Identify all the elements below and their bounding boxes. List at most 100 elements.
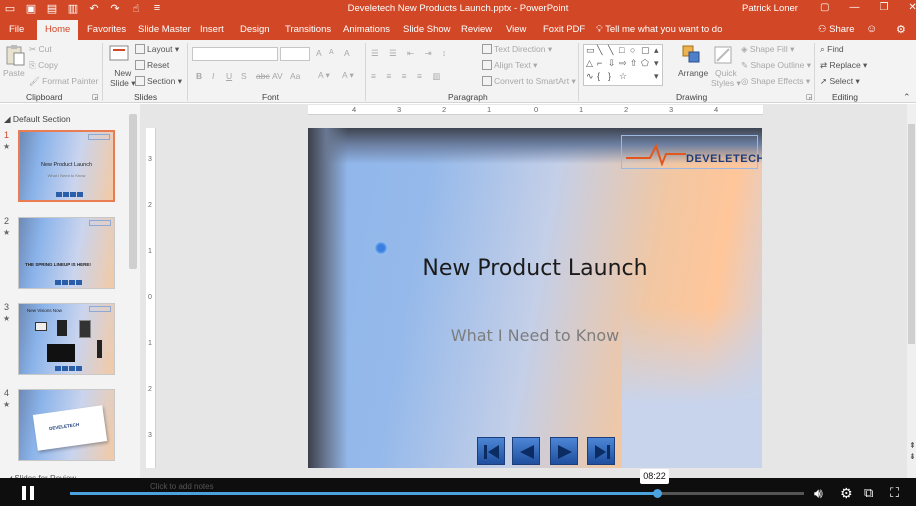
scrollbar-thumb[interactable]: [908, 124, 915, 344]
quick-styles-button[interactable]: Quick Styles ▾: [711, 68, 741, 88]
video-progress-knob[interactable]: [653, 489, 662, 498]
slide-title[interactable]: New Product Launch: [308, 256, 762, 281]
scroll-up-icon[interactable]: ⇞: [909, 440, 916, 451]
arrange-button[interactable]: Arrange: [678, 68, 708, 78]
arrange-icon[interactable]: [681, 44, 703, 66]
first-slide-button[interactable]: [477, 437, 505, 465]
fullscreen-icon[interactable]: ⛶: [890, 485, 899, 501]
shape-brace-icon[interactable]: {: [597, 71, 600, 81]
shapes-scroll-up-icon[interactable]: ▴: [654, 45, 659, 56]
shape-textbox-icon[interactable]: ▭: [586, 45, 595, 56]
slide-thumb-1[interactable]: New Product Launch What I Need to Know: [18, 130, 115, 202]
company-logo[interactable]: DEVELETECH: [621, 135, 762, 169]
slide-thumb-3[interactable]: New Visions Now: [18, 303, 115, 375]
shape-line-icon[interactable]: ╲: [597, 45, 602, 56]
volume-icon[interactable]: 🔊︎: [814, 485, 823, 502]
pause-icon[interactable]: [20, 484, 36, 502]
slide-thumb-4[interactable]: DEVELETECH: [18, 389, 115, 461]
new-slide-button[interactable]: New Slide ▾: [110, 68, 136, 88]
minimize-icon[interactable]: —: [849, 2, 859, 13]
slide-canvas[interactable]: DEVELETECH New Product Launch What I Nee…: [308, 128, 762, 468]
clear-format-button[interactable]: A: [344, 48, 350, 58]
select-button[interactable]: ➚ Select ▾: [820, 76, 860, 87]
align-buttons-icon[interactable]: ≡ ≡ ≡ ≡ ▥: [371, 71, 444, 82]
underline-button[interactable]: U: [226, 71, 232, 81]
tab-insert[interactable]: Insert: [200, 24, 224, 35]
slide-subtitle[interactable]: What I Need to Know: [308, 326, 762, 345]
shape-rarrow-icon[interactable]: ⇨: [619, 58, 627, 69]
strikethrough-button[interactable]: abc: [256, 71, 270, 81]
shape-rect-icon[interactable]: □: [619, 45, 624, 55]
collapse-ribbon-icon[interactable]: ⌃: [903, 92, 911, 103]
tab-file[interactable]: File: [9, 24, 24, 35]
shape-outline-button[interactable]: ✎ Shape Outline ▾: [741, 60, 811, 71]
shrink-font-button[interactable]: A: [329, 49, 334, 56]
align-text-button[interactable]: Align Text ▾: [482, 60, 537, 71]
next-slide-button[interactable]: [550, 437, 578, 465]
shape-triangle-icon[interactable]: △: [586, 58, 593, 69]
shape-brace2-icon[interactable]: }: [608, 71, 611, 81]
list-buttons-icon[interactable]: ☰ ☰ ⇤ ⇥ ↕: [371, 48, 450, 59]
shapes-scroll-down-icon[interactable]: ▾: [654, 58, 659, 69]
tab-view[interactable]: View: [506, 24, 526, 35]
layout-button[interactable]: Layout ▾: [135, 44, 179, 55]
clipboard-launcher-icon[interactable]: ◲: [92, 93, 99, 101]
change-case-button[interactable]: Aa: [290, 71, 300, 81]
tab-review[interactable]: Review: [461, 24, 492, 35]
shape-elbow-icon[interactable]: ⌐: [597, 58, 602, 68]
shapes-gallery[interactable]: ▭ ╲ ╲ □ ○ ▢ △ ⌐ ⇩ ⇨ ⇧ ⬠ ∿ { } ☆ ▴ ▾ ▾: [583, 44, 663, 86]
font-name-input[interactable]: [192, 47, 278, 61]
font-size-input[interactable]: [280, 47, 310, 61]
bold-button[interactable]: B: [196, 71, 202, 81]
shape-line2-icon[interactable]: ╲: [608, 45, 613, 56]
user-name[interactable]: Patrick Loner: [742, 3, 798, 14]
highlight-icon[interactable]: A ▾: [342, 70, 354, 81]
shape-star-icon[interactable]: ☆: [619, 71, 627, 82]
drawing-launcher-icon[interactable]: ◲: [806, 93, 813, 101]
tab-animations[interactable]: Animations: [343, 24, 390, 35]
find-button[interactable]: ⌕ Find: [820, 44, 844, 55]
feedback-icon[interactable]: ☺: [866, 23, 877, 35]
char-spacing-button[interactable]: AV: [272, 71, 283, 81]
shape-arrow-icon[interactable]: ⇩: [608, 58, 616, 69]
new-slide-icon[interactable]: [108, 43, 130, 65]
settings-icon[interactable]: ⚙: [840, 485, 853, 502]
tab-favorites[interactable]: Favorites: [87, 24, 126, 35]
convert-smartart-button[interactable]: Convert to SmartArt ▾: [482, 76, 576, 87]
picture-in-picture-icon[interactable]: ⧉: [864, 485, 873, 501]
italic-button[interactable]: I: [212, 71, 214, 81]
paste-label[interactable]: Paste: [3, 68, 25, 78]
reset-button[interactable]: Reset: [135, 60, 169, 70]
tab-transitions[interactable]: Transitions: [285, 24, 331, 35]
thumbnails-scrollbar[interactable]: [129, 114, 137, 269]
copy-button[interactable]: ⎘ Copy: [29, 60, 58, 71]
paste-icon[interactable]: [4, 44, 26, 66]
options-icon[interactable]: ⚙: [896, 23, 906, 36]
shape-curve-icon[interactable]: ∿: [586, 71, 594, 82]
slide-thumb-2[interactable]: THE SPRING LINEUP IS HERE!: [18, 217, 115, 289]
shape-pentagon-icon[interactable]: ⬠: [641, 58, 649, 69]
section-button[interactable]: Section ▾: [135, 76, 182, 87]
tab-home[interactable]: Home: [37, 20, 79, 40]
shape-uparrow-icon[interactable]: ⇧: [630, 58, 638, 69]
shape-oval-icon[interactable]: ○: [630, 45, 635, 55]
text-direction-button[interactable]: Text Direction ▾: [482, 44, 552, 55]
grow-font-button[interactable]: A: [316, 48, 322, 58]
tab-foxit-pdf[interactable]: Foxit PDF: [543, 24, 585, 35]
tab-slide-master[interactable]: Slide Master: [138, 24, 191, 35]
shape-fill-button[interactable]: ◈ Shape Fill ▾: [741, 44, 794, 55]
shadow-button[interactable]: S: [241, 71, 247, 81]
shape-effects-button[interactable]: ◎ Shape Effects ▾: [741, 76, 810, 87]
last-slide-button[interactable]: [587, 437, 615, 465]
tell-me-box[interactable]: 💡︎ Tell me what you want to do: [596, 24, 722, 35]
ribbon-display-icon[interactable]: ▢: [820, 2, 829, 13]
scroll-down-icon[interactable]: ⇟: [909, 451, 916, 462]
workspace-scrollbar[interactable]: [907, 104, 916, 478]
shapes-more-icon[interactable]: ▾: [654, 71, 659, 82]
previous-slide-button[interactable]: [512, 437, 540, 465]
font-color-icon[interactable]: A ▾: [318, 70, 330, 81]
cut-button[interactable]: ✂ Cut: [29, 44, 52, 55]
restore-icon[interactable]: ❐: [879, 2, 888, 13]
shape-roundrect-icon[interactable]: ▢: [641, 45, 650, 56]
format-painter-button[interactable]: 🖌︎ Format Painter: [29, 76, 98, 87]
